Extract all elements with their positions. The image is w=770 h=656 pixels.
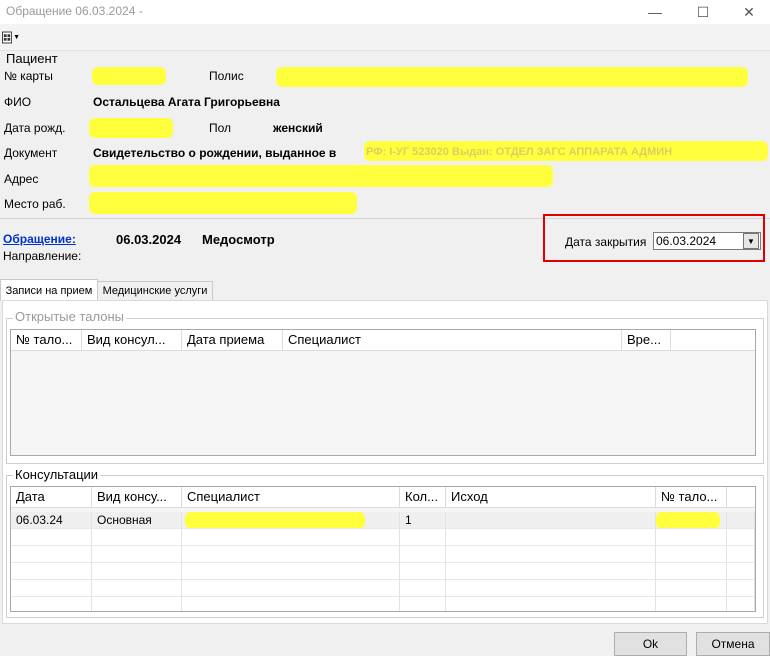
column-header[interactable]: Дата приема — [182, 330, 283, 350]
document-icon — [2, 31, 13, 43]
column-header[interactable]: № тало... — [11, 330, 82, 350]
tab-appointments-label: Записи на прием — [5, 284, 93, 297]
column-header[interactable]: Кол... — [400, 487, 446, 507]
minimize-icon: — — [648, 4, 662, 20]
dropdown-arrow-icon: ▼ — [13, 33, 20, 41]
dob-label: Дата рожд. — [4, 121, 66, 135]
consult-outcome-cell — [446, 512, 656, 529]
specialist-redacted — [185, 512, 365, 528]
column-header[interactable]: Вид консул... — [82, 330, 182, 350]
fio-label: ФИО — [4, 95, 32, 109]
consult-kind-cell: Основная — [92, 512, 182, 529]
column-header[interactable] — [727, 487, 755, 507]
visit-date: 06.03.2024 — [116, 232, 182, 247]
close-icon: ✕ — [743, 3, 755, 20]
open-tickets-title: Открытые талоны — [13, 309, 126, 324]
column-header[interactable]: Специалист — [182, 487, 400, 507]
consult-ticket-cell — [656, 512, 727, 529]
column-header[interactable]: Исход — [446, 487, 656, 507]
report-menu-button[interactable]: ▼ — [2, 29, 20, 45]
close-date-value: 06.03.2024 — [656, 234, 717, 248]
tab-medical-services[interactable]: Медицинские услуги — [97, 281, 213, 301]
ticket-redacted — [656, 512, 720, 528]
column-header[interactable]: № тало... — [656, 487, 727, 507]
maximize-icon: ☐ — [696, 3, 710, 20]
table-row[interactable] — [11, 580, 755, 597]
address-redacted — [89, 165, 553, 187]
toolbar: ▼ — [0, 24, 770, 51]
fio-value: Остальцева Агата Григорьевна — [93, 95, 280, 109]
maximize-button[interactable]: ☐ — [680, 0, 726, 24]
sex-value: женский — [273, 121, 323, 135]
document-value: Свидетельство о рождении, выданное в — [93, 146, 337, 160]
cancel-button[interactable]: Отмена — [696, 632, 770, 656]
workplace-redacted — [89, 192, 357, 214]
column-header[interactable]: Вид консу... — [92, 487, 182, 507]
ok-button[interactable]: Ok — [614, 632, 687, 656]
table-row[interactable] — [11, 546, 755, 563]
column-header[interactable] — [671, 330, 755, 350]
consultations-grid[interactable]: Дата Вид консу... Специалист Кол... Исхо… — [10, 486, 756, 612]
table-row[interactable]: 06.03.24 Основная 1 — [11, 512, 755, 529]
consult-empty-cell — [727, 512, 755, 529]
document-value-tail: РФ: I-УГ 523020 Выдан: ОТДЕЛ ЗАГС АППАРА… — [366, 146, 673, 158]
close-button[interactable]: ✕ — [726, 0, 770, 24]
consult-date-cell: 06.03.24 — [11, 512, 92, 529]
cancel-button-label: Отмена — [711, 637, 755, 651]
consult-count-cell: 1 — [400, 512, 446, 529]
consultations-title: Консультации — [13, 467, 101, 482]
column-header[interactable]: Специалист — [283, 330, 622, 350]
column-header[interactable]: Вре... — [622, 330, 671, 350]
minimize-button[interactable]: — — [632, 0, 678, 24]
consultations-header: Дата Вид консу... Специалист Кол... Исхо… — [11, 487, 755, 508]
direction-label: Направление: — [3, 249, 82, 263]
consult-specialist-cell — [182, 512, 400, 529]
tab-medical-services-label: Медицинские услуги — [102, 285, 208, 297]
ok-button-label: Ok — [642, 637, 659, 651]
sex-label: Пол — [209, 121, 232, 135]
dob-redacted — [89, 118, 173, 138]
address-label: Адрес — [4, 172, 39, 186]
table-row[interactable] — [11, 529, 755, 546]
policy-label: Полис — [209, 69, 244, 83]
tab-appointments[interactable]: Записи на прием — [0, 279, 98, 301]
close-date-picker[interactable]: 06.03.2024 ▼ — [653, 232, 761, 250]
card-number-redacted — [92, 67, 166, 85]
column-header[interactable]: Дата — [11, 487, 92, 507]
close-date-label: Дата закрытия — [565, 235, 647, 249]
chevron-down-icon[interactable]: ▼ — [743, 233, 759, 249]
visit-type: Медосмотр — [202, 232, 275, 247]
open-tickets-header: № тало... Вид консул... Дата приема Спец… — [11, 330, 755, 351]
patient-section-label: Пациент — [6, 51, 58, 66]
document-label: Документ — [4, 146, 58, 160]
table-row[interactable] — [11, 563, 755, 580]
policy-redacted — [276, 67, 748, 87]
title-bar: Обращение 06.03.2024 - — ☐ ✕ — [0, 0, 770, 24]
card-number-label: № карты — [4, 69, 53, 83]
workplace-label: Место раб. — [4, 197, 66, 211]
visit-link[interactable]: Обращение: — [3, 232, 76, 246]
window-title: Обращение 06.03.2024 - — [6, 4, 143, 18]
open-tickets-grid[interactable]: № тало... Вид консул... Дата приема Спец… — [10, 329, 756, 456]
table-row[interactable] — [11, 597, 755, 611]
